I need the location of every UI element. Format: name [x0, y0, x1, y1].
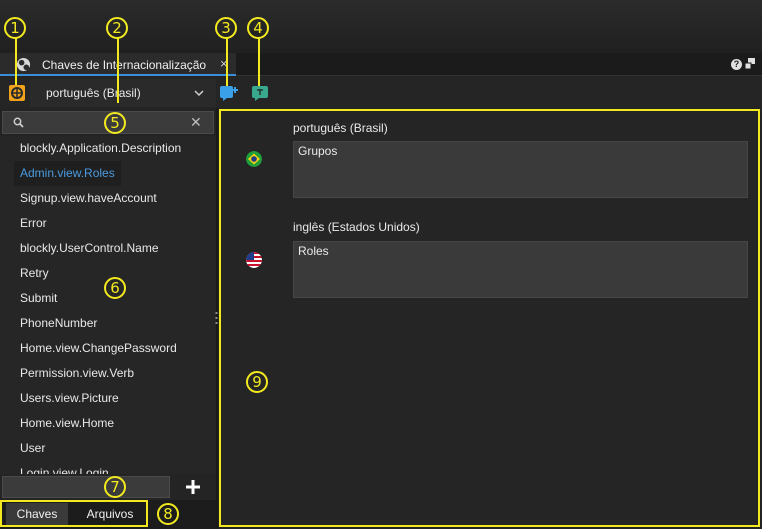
callout-leader [15, 38, 17, 85]
key-list-item[interactable]: Home.view.ChangePassword [14, 336, 183, 361]
key-list-item[interactable]: Permission.view.Verb [14, 361, 140, 386]
key-list-item[interactable]: User [14, 436, 51, 461]
language-icon[interactable] [8, 84, 26, 102]
restore-window-icon[interactable] [745, 58, 755, 70]
tab-title: Chaves de Internacionalização [42, 58, 207, 72]
callout-leader [117, 38, 119, 103]
brazil-flag-icon [246, 151, 262, 167]
translate-icon[interactable] [251, 84, 271, 102]
key-list-item[interactable]: Signup.view.haveAccount [14, 186, 163, 211]
key-list-item[interactable]: Retry [14, 261, 55, 286]
key-list-item[interactable]: Login.view.Login [14, 461, 115, 474]
callout-leader [226, 38, 228, 86]
i18n-icon [16, 57, 31, 72]
add-key-icon[interactable] [184, 478, 202, 496]
tab-files[interactable]: Arquivos [78, 503, 142, 525]
search-icon [13, 117, 24, 128]
key-list-item[interactable]: Users.view.Picture [14, 386, 125, 411]
callout-badge: 8 [157, 503, 179, 525]
key-list-item[interactable]: blockly.UserControl.Name [14, 236, 165, 261]
translation-value-field[interactable]: Grupos [293, 141, 748, 198]
tab-keys[interactable]: Chaves [6, 503, 68, 525]
translation-language-label: inglês (Estados Unidos) [293, 220, 420, 234]
key-list-item[interactable]: Home.view.Home [14, 411, 120, 436]
callout-badge: 3 [215, 17, 237, 39]
translation-value-text: Roles [298, 244, 329, 258]
key-list-item[interactable]: Submit [14, 286, 63, 311]
key-list[interactable]: blockly.Application.Description Admin.vie… [0, 136, 216, 474]
chevron-down-icon [194, 90, 204, 97]
key-list-item[interactable]: Admin.view.Roles [14, 161, 121, 186]
tab-bar: Chaves de Internacionalização × [0, 53, 762, 76]
key-list-item[interactable]: Error [14, 211, 53, 236]
callout-badge: 5 [104, 112, 126, 134]
callout-badge: 6 [104, 277, 126, 299]
key-list-item[interactable]: blockly.Application.Description [14, 136, 187, 161]
callout-leader [258, 38, 260, 86]
splitter-grip-icon[interactable] [215, 312, 218, 324]
translation-value-text: Grupos [298, 144, 338, 158]
language-select-value: português (Brasil) [46, 86, 141, 100]
translation-language-label: português (Brasil) [293, 121, 388, 135]
callout-badge: 7 [104, 476, 126, 498]
new-key-input[interactable] [2, 476, 170, 498]
i18n-keys-window: Chaves de Internacionalização × ? portug… [0, 0, 762, 529]
callout-badge: 4 [247, 17, 269, 39]
help-icon[interactable]: ? [731, 59, 742, 70]
clear-search-icon[interactable]: ✕ [190, 114, 202, 131]
usa-flag-icon [246, 252, 262, 268]
callout-badge: 1 [4, 17, 26, 39]
language-select[interactable]: português (Brasil) [30, 79, 216, 107]
callout-badge: 9 [246, 371, 268, 393]
callout-badge: 2 [106, 17, 128, 39]
translation-value-field[interactable]: Roles [293, 241, 748, 298]
key-list-item[interactable]: PhoneNumber [14, 311, 103, 336]
add-translation-icon[interactable] [219, 84, 239, 102]
